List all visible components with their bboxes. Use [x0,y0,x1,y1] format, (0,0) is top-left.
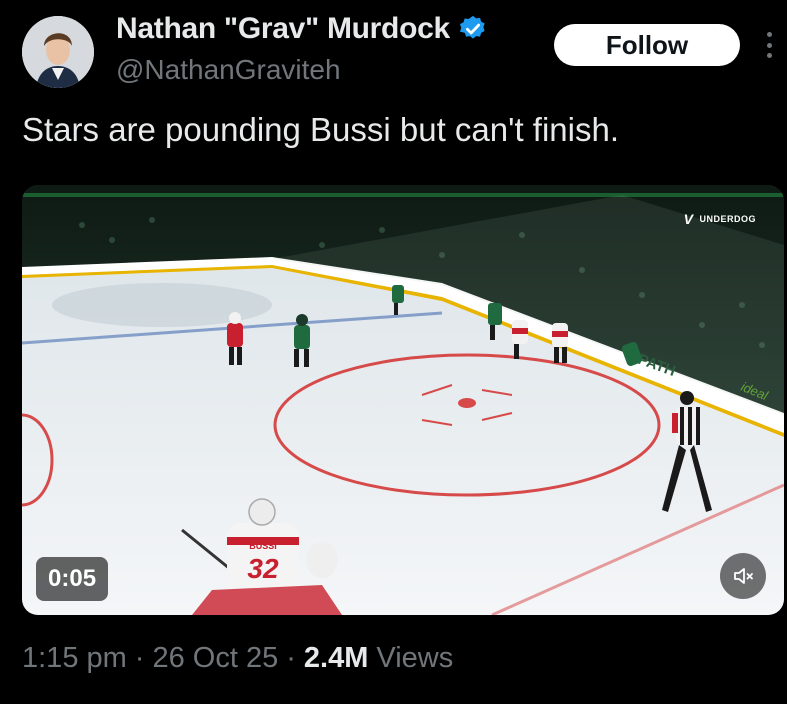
svg-text:32: 32 [247,553,279,584]
verified-badge-icon [459,15,485,39]
hockey-video-frame: PATH ideal BUSSI 32 [22,185,784,615]
svg-text:BUSSI: BUSSI [249,541,277,551]
more-options-icon[interactable] [760,28,778,62]
views-count: 2.4M [303,642,369,674]
more-dot [766,53,772,58]
user-handle[interactable]: @NathanGraviteh [116,54,341,86]
avatar-image [22,16,94,88]
video-duration-badge: 0:05 [36,557,109,601]
follow-button[interactable]: Follow [554,24,740,66]
watermark-text: UNDERDOG [699,214,756,224]
more-dot [766,32,772,37]
video-player[interactable]: PATH ideal BUSSI 32 V UNDERDOG 0:05 [22,185,784,615]
tweet-time[interactable]: 1:15 pm [22,642,127,675]
tweet-text: Stars are pounding Bussi but can't finis… [22,111,619,148]
mute-speaker-icon [734,568,753,584]
broadcast-watermark: V UNDERDOG [684,211,756,227]
tweet-meta: 1:15 pm · 26 Oct 25 · 2.4M Views [22,642,453,675]
user-avatar[interactable] [22,16,94,88]
tweet-date[interactable]: 26 Oct 25 [152,642,278,675]
separator-dot: · [134,642,145,674]
more-dot [766,42,772,48]
mute-button[interactable] [720,553,766,599]
views-label: Views [376,642,454,674]
separator-dot: · [286,642,296,674]
v-logo: V [683,211,694,227]
display-name[interactable]: Nathan "Grav" Murdock [116,12,450,46]
